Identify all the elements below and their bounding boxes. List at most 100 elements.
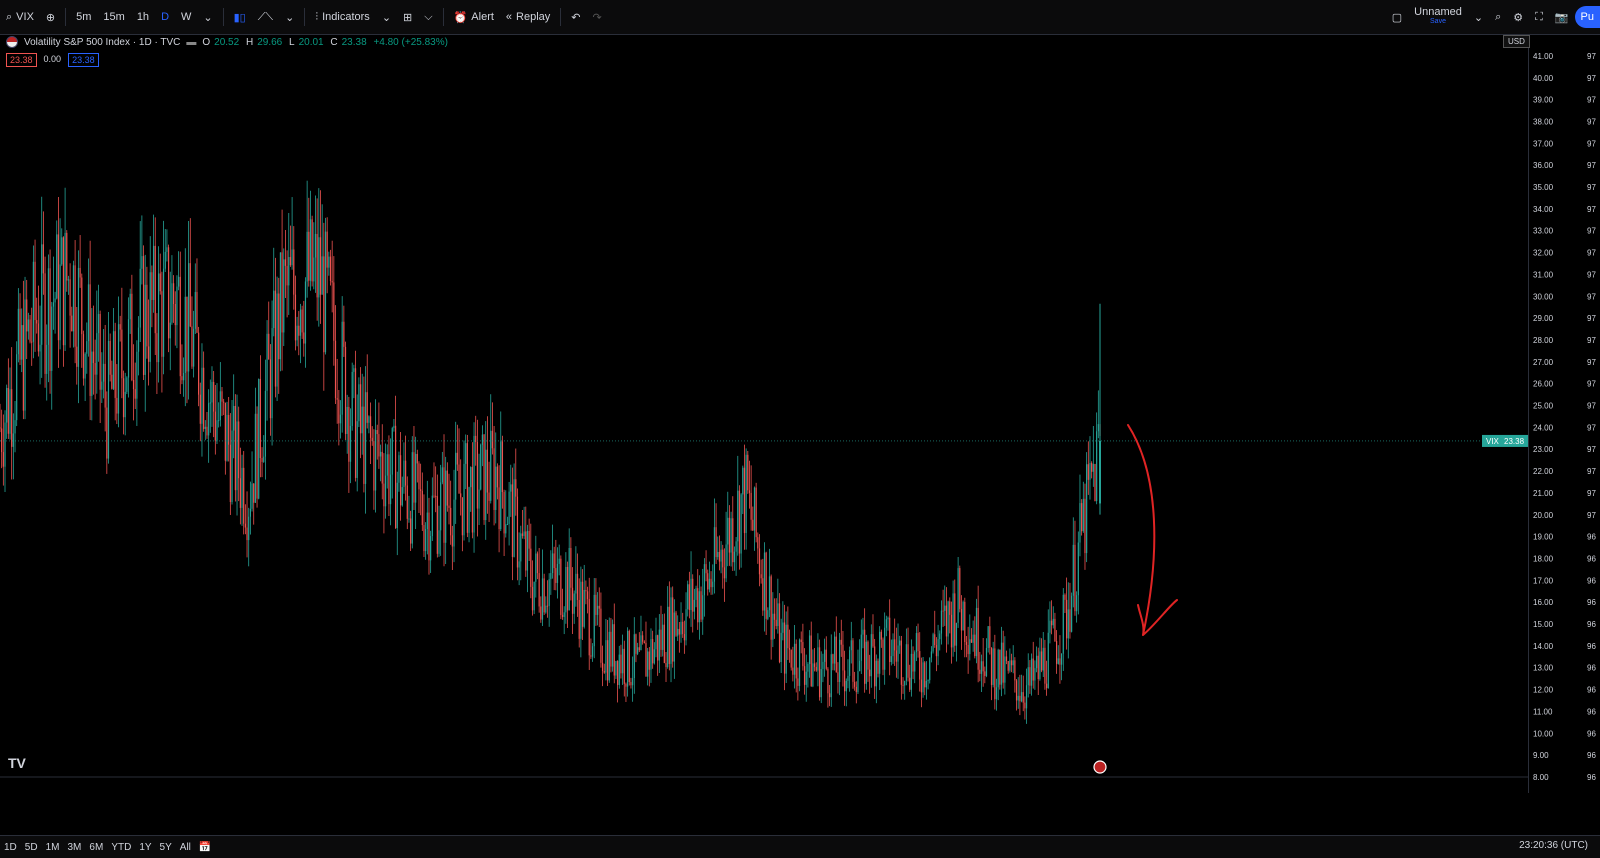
candle-body	[864, 629, 866, 684]
range-1m[interactable]: 1M	[42, 842, 64, 853]
candle-body	[72, 265, 75, 332]
candle-body	[194, 292, 196, 329]
candle-body	[82, 334, 85, 379]
candle-body	[581, 581, 584, 627]
candle-body	[783, 622, 786, 674]
candle-body	[34, 261, 36, 321]
candle-body	[516, 496, 519, 568]
redo-button[interactable]: ↷	[587, 0, 608, 34]
candle-body	[87, 284, 90, 342]
layout-name-button[interactable]: Unnamed Save	[1408, 0, 1468, 34]
interval-d[interactable]: D	[155, 0, 175, 34]
indicators-icon: ⫶	[315, 10, 319, 23]
candle-body	[216, 420, 218, 441]
secondary-tick-label: 96	[1587, 533, 1596, 542]
indicators-dropdown[interactable]: ⌄	[376, 0, 397, 34]
chart-type-dropdown[interactable]: ⌄	[279, 0, 300, 34]
layout-toggle[interactable]: ▢	[1386, 0, 1408, 34]
candle-body	[415, 453, 417, 503]
symbol-search[interactable]: ⌕ VIX	[0, 0, 40, 34]
line-type-button[interactable]: ⟋⟍	[252, 0, 279, 34]
alarm-icon: ⏰	[453, 11, 468, 24]
candle-body	[488, 492, 490, 501]
candle-body	[196, 292, 198, 333]
secondary-tick-label: 97	[1587, 161, 1596, 170]
candle-body	[872, 634, 874, 647]
undo-button[interactable]: ↶	[565, 0, 586, 34]
candle-body	[556, 563, 559, 583]
interval-dropdown[interactable]: ⌄	[197, 0, 218, 34]
candle-body	[800, 639, 802, 643]
publish-button[interactable]: Pu	[1574, 6, 1600, 28]
candle-body	[595, 594, 597, 615]
templates-button[interactable]: ⊞	[397, 0, 418, 34]
candles-button[interactable]: ▮▯	[228, 0, 252, 34]
candle-body	[807, 664, 809, 672]
currency-selector[interactable]: USD	[1503, 35, 1530, 48]
candle-body	[156, 333, 158, 363]
candle-body	[478, 489, 480, 509]
price-scale[interactable]: 41.00 97 40.00 97 39.00 97 38.00 97 37.00 97 36.00…	[1503, 35, 1600, 793]
compare-button[interactable]: ⊕	[40, 0, 61, 34]
candle-body	[593, 594, 595, 647]
candle-body	[747, 454, 749, 491]
candle-body	[702, 595, 704, 620]
settings-button[interactable]: ⚙	[1507, 0, 1529, 34]
candle-body	[1012, 660, 1014, 666]
range-1d[interactable]: 1D	[0, 842, 21, 853]
range-5d[interactable]: 5D	[21, 842, 42, 853]
fullscreen-button[interactable]: ⛶	[1529, 0, 1549, 34]
interval-w[interactable]: W	[175, 0, 197, 34]
range-5y[interactable]: 5Y	[156, 842, 176, 853]
range-all[interactable]: All	[176, 842, 195, 853]
candle-body	[288, 257, 290, 286]
interval-1h[interactable]: 1h	[131, 0, 155, 34]
candle-body	[301, 309, 303, 333]
candle-body	[939, 633, 941, 640]
candle-body	[39, 344, 41, 352]
price-chart[interactable]: 2022MarMayJulSepNov2023MarMayJulSepNov20…	[0, 35, 1528, 793]
candle-body	[106, 407, 108, 459]
event-marker-icon	[1093, 760, 1107, 774]
alert-button[interactable]: ⏰ Alert	[448, 0, 500, 34]
plus-circle-icon: ⊕	[45, 11, 56, 24]
candle-body	[66, 232, 68, 281]
candle-body	[551, 553, 554, 574]
candle-body	[1024, 702, 1026, 709]
candle-body	[76, 346, 78, 367]
candle-body	[927, 680, 929, 682]
candle-body	[583, 590, 585, 627]
candle-body	[131, 293, 133, 381]
top-toolbar: ⌕ VIX ⊕ 5m 15m 1h D W ⌄ ▮▯ ⟋⟍ ⌄ ⫶ Indica…	[0, 0, 1600, 35]
snapshot-button[interactable]: 📷	[1549, 0, 1575, 34]
candle-body	[598, 605, 600, 609]
candle-body	[613, 624, 615, 676]
candle-body	[386, 454, 388, 476]
candle-body	[261, 457, 263, 462]
interval-15m[interactable]: 15m	[97, 0, 130, 34]
candle-body	[269, 359, 272, 419]
goto-date-button[interactable]: 📅	[195, 842, 215, 853]
candle-body	[393, 425, 395, 429]
indicators-button[interactable]: ⫶ Indicators	[309, 0, 375, 34]
candle-body	[74, 265, 76, 347]
candle-body	[752, 519, 754, 531]
replay-button[interactable]: « Replay	[500, 0, 556, 34]
candle-body	[531, 586, 534, 611]
templates-dropdown[interactable]: ⌵	[418, 0, 438, 34]
candle-body	[183, 372, 185, 381]
range-3m[interactable]: 3M	[64, 842, 86, 853]
range-ytd[interactable]: YTD	[107, 842, 135, 853]
candle-body	[677, 628, 679, 636]
candle-body	[578, 600, 580, 639]
candle-body	[627, 630, 629, 687]
layout-dropdown[interactable]: ⌄	[1468, 0, 1489, 34]
candle-body	[77, 267, 80, 367]
range-6m[interactable]: 6M	[85, 842, 107, 853]
candle-body	[178, 276, 180, 287]
range-1y[interactable]: 1Y	[135, 842, 155, 853]
interval-5m[interactable]: 5m	[70, 0, 97, 34]
quick-search-button[interactable]: ⌕	[1489, 0, 1507, 34]
secondary-tick-label: 97	[1587, 402, 1596, 411]
utc-clock[interactable]: 23:20:36 (UTC)	[1519, 840, 1588, 851]
